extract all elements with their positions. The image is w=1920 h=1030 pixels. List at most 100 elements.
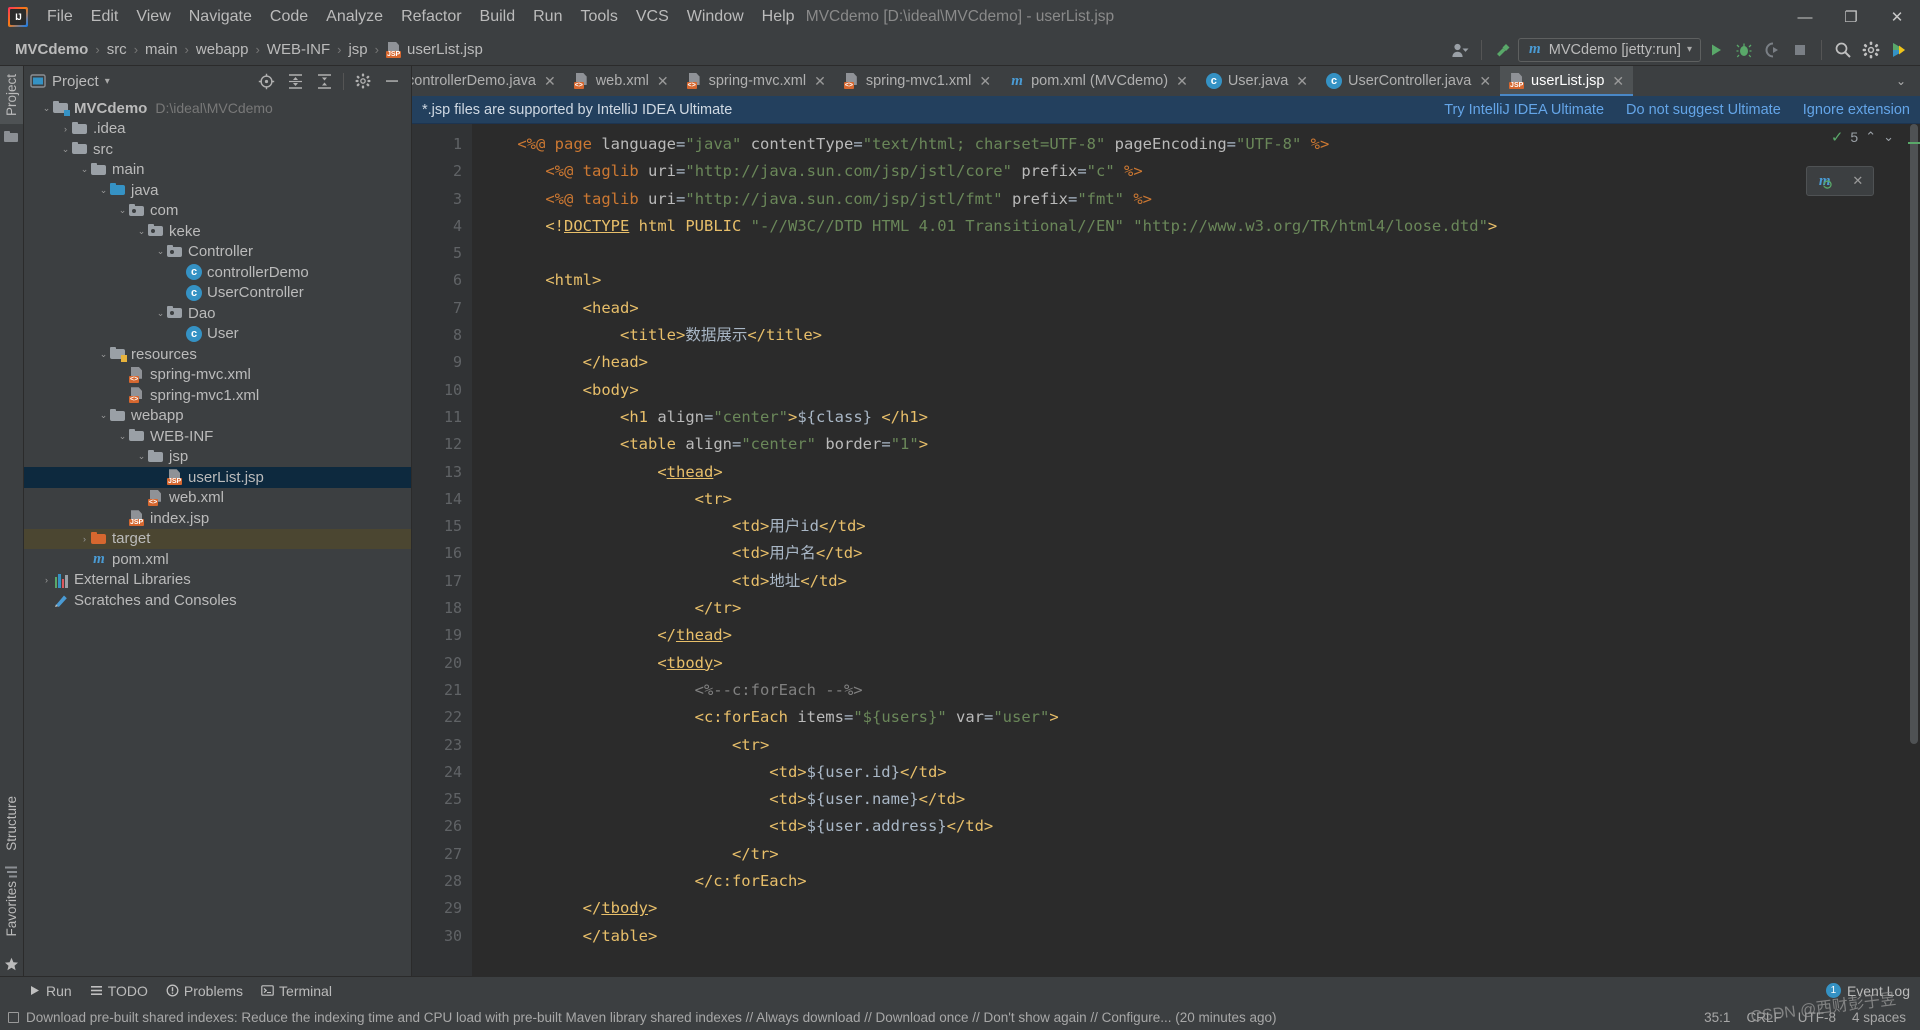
code-line[interactable]: <td>用户名</td>	[480, 540, 1920, 567]
tree-node[interactable]: c UserController	[24, 283, 411, 304]
code-line[interactable]: <td>用户id</td>	[480, 513, 1920, 540]
structure-bars-icon[interactable]	[4, 865, 20, 878]
code-editor[interactable]: 1 2 3 4 5 6 7 8 9 10 11 12 13 14 15 16 17 18 19 20 21 22 23 24 2…	[412, 124, 1920, 976]
breadcrumb-item-userlist-jsp[interactable]: JSP userList.jsp	[381, 40, 488, 59]
chevron-down-icon[interactable]: ⌄	[135, 451, 148, 462]
code-line[interactable]: <td>${user.id}</td>	[480, 759, 1920, 786]
code-line[interactable]: <thead>	[480, 459, 1920, 486]
editor-tab-user-java[interactable]: c User.java ✕	[1197, 66, 1317, 96]
tree-node[interactable]: c controllerDemo	[24, 262, 411, 283]
hide-panel-icon[interactable]	[379, 68, 405, 94]
chevron-down-icon[interactable]: ⌄	[97, 185, 110, 196]
update-icon[interactable]	[1886, 37, 1912, 63]
chevron-down-icon[interactable]: ⌄	[135, 226, 148, 237]
code-line[interactable]: <!DOCTYPE html PUBLIC "-//W3C//DTD HTML …	[480, 213, 1920, 240]
code-line[interactable]: <body>	[480, 377, 1920, 404]
tree-node[interactable]: Scratches and Consoles	[24, 590, 411, 611]
code-line[interactable]: <title>数据展示</title>	[480, 322, 1920, 349]
code-line[interactable]: </thead>	[480, 622, 1920, 649]
close-icon[interactable]: ✕	[1612, 73, 1624, 90]
tool-window-todo[interactable]: TODO	[90, 983, 148, 999]
code-line[interactable]: <td>${user.address}</td>	[480, 813, 1920, 840]
close-icon[interactable]: ✕	[979, 73, 991, 90]
expand-all-icon[interactable]	[282, 68, 308, 94]
tree-node[interactable]: <> spring-mvc1.xml	[24, 385, 411, 406]
tool-window-run[interactable]: Run	[28, 983, 72, 999]
breadcrumb-item-webapp[interactable]: webapp	[191, 40, 254, 59]
tree-node[interactable]: <> spring-mvc.xml	[24, 365, 411, 386]
menu-item-build[interactable]: Build	[471, 5, 525, 29]
code-line[interactable]: </tr>	[480, 841, 1920, 868]
settings-gear-icon[interactable]	[350, 68, 376, 94]
chevron-down-icon[interactable]: ⌄	[154, 246, 167, 257]
chevron-down-icon[interactable]: ⌄	[154, 308, 167, 319]
menu-item-view[interactable]: View	[127, 5, 179, 29]
code-line[interactable]: </tr>	[480, 595, 1920, 622]
close-icon[interactable]: ✕	[1479, 73, 1491, 90]
breadcrumb-item-jsp[interactable]: jsp	[343, 40, 372, 59]
locate-icon[interactable]	[253, 68, 279, 94]
chevron-down-icon[interactable]: ⌄	[116, 205, 129, 216]
tree-node[interactable]: ⌄ main	[24, 160, 411, 181]
close-icon[interactable]: ✕	[544, 73, 556, 90]
tool-window-terminal[interactable]: Terminal	[261, 983, 332, 999]
collapse-all-icon[interactable]	[311, 68, 337, 94]
tree-node[interactable]: ⌄ jsp	[24, 447, 411, 468]
chevron-down-icon[interactable]: ⌄	[78, 164, 91, 175]
code-line[interactable]: </c:forEach>	[480, 868, 1920, 895]
banner-link-ignore-extension[interactable]: Ignore extension	[1803, 102, 1910, 118]
code-line[interactable]: <%@ taglib uri="http://java.sun.com/jsp/…	[480, 186, 1920, 213]
run-with-coverage-icon[interactable]	[1759, 37, 1785, 63]
run-icon[interactable]	[1703, 37, 1729, 63]
tree-node[interactable]: m pom.xml	[24, 549, 411, 570]
tree-node[interactable]: ⌄ webapp	[24, 406, 411, 427]
tool-window-problems[interactable]: Problems	[166, 983, 243, 999]
chevron-down-icon[interactable]: ⌄	[97, 349, 110, 360]
tree-node[interactable]: › .idea	[24, 119, 411, 140]
menu-item-refactor[interactable]: Refactor	[392, 5, 470, 29]
menu-item-file[interactable]: File	[38, 5, 82, 29]
status-message[interactable]: Download pre-built shared indexes: Reduc…	[26, 1010, 1277, 1025]
line-separator[interactable]: CRLF	[1746, 1010, 1781, 1025]
code-content[interactable]: <%@ page language="java" contentType="te…	[472, 124, 1920, 976]
editor-tab-usercontroller-java[interactable]: c UserController.java ✕	[1317, 66, 1500, 96]
chevron-down-icon[interactable]: ⌄	[116, 431, 129, 442]
search-everywhere-icon[interactable]	[1830, 37, 1856, 63]
structure-folder-icon[interactable]	[3, 130, 20, 143]
tree-node[interactable]: › target	[24, 528, 411, 549]
tree-node[interactable]: ⌄ MVCdemo D:\ideal\MVCdemo	[24, 98, 411, 119]
chevron-down-icon[interactable]: ⌄	[97, 410, 110, 421]
menu-item-edit[interactable]: Edit	[82, 5, 128, 29]
code-line[interactable]: <td>地址</td>	[480, 568, 1920, 595]
editor-tab-userlist-jsp[interactable]: JSP userList.jsp ✕	[1500, 66, 1634, 96]
indent-setting[interactable]: 4 spaces	[1852, 1010, 1906, 1025]
code-line[interactable]: <td>${user.name}</td>	[480, 786, 1920, 813]
tree-node[interactable]: ⌄ Controller	[24, 242, 411, 263]
maximize-button[interactable]: ❐	[1828, 0, 1874, 34]
tree-node[interactable]: ⌄ resources	[24, 344, 411, 365]
tree-node[interactable]: c User	[24, 324, 411, 345]
chevron-down-icon[interactable]: ⌄	[59, 144, 72, 155]
menu-item-analyze[interactable]: Analyze	[317, 5, 392, 29]
menu-item-help[interactable]: Help	[753, 5, 804, 29]
run-configuration-selector[interactable]: m MVCdemo [jetty:run] ▾	[1517, 37, 1701, 62]
chevron-down-icon[interactable]: ⌄	[40, 103, 53, 114]
file-encoding[interactable]: UTF-8	[1798, 1010, 1836, 1025]
tree-node[interactable]: ⌄ keke	[24, 221, 411, 242]
editor-tab-web-xml[interactable]: <> web.xml ✕	[565, 66, 678, 96]
tree-node[interactable]: <> web.xml	[24, 488, 411, 509]
project-tree[interactable]: ⌄ MVCdemo D:\ideal\MVCdemo › .idea ⌄ src ⌄ main ⌄…	[24, 96, 411, 976]
banner-link-do-not-suggest-ultimate[interactable]: Do not suggest Ultimate	[1626, 102, 1781, 118]
tree-node[interactable]: ⌄ Dao	[24, 303, 411, 324]
inspection-widget[interactable]: ✓ 5 ⌃ ⌄	[1831, 128, 1894, 146]
minimize-button[interactable]: —	[1782, 0, 1828, 34]
editor-tab-spring-mvc1-xml[interactable]: <> spring-mvc1.xml ✕	[835, 66, 1000, 96]
chevron-down-icon[interactable]: ⌄	[1883, 129, 1894, 145]
breadcrumb-item-web-inf[interactable]: WEB-INF	[262, 40, 335, 59]
editor-vertical-scrollbar[interactable]	[1908, 124, 1920, 976]
code-line[interactable]: </tbody>	[480, 895, 1920, 922]
code-line[interactable]: <tr>	[480, 486, 1920, 513]
tree-node[interactable]: ⌄ com	[24, 201, 411, 222]
menu-item-run[interactable]: Run	[524, 5, 571, 29]
code-line[interactable]: </head>	[480, 349, 1920, 376]
